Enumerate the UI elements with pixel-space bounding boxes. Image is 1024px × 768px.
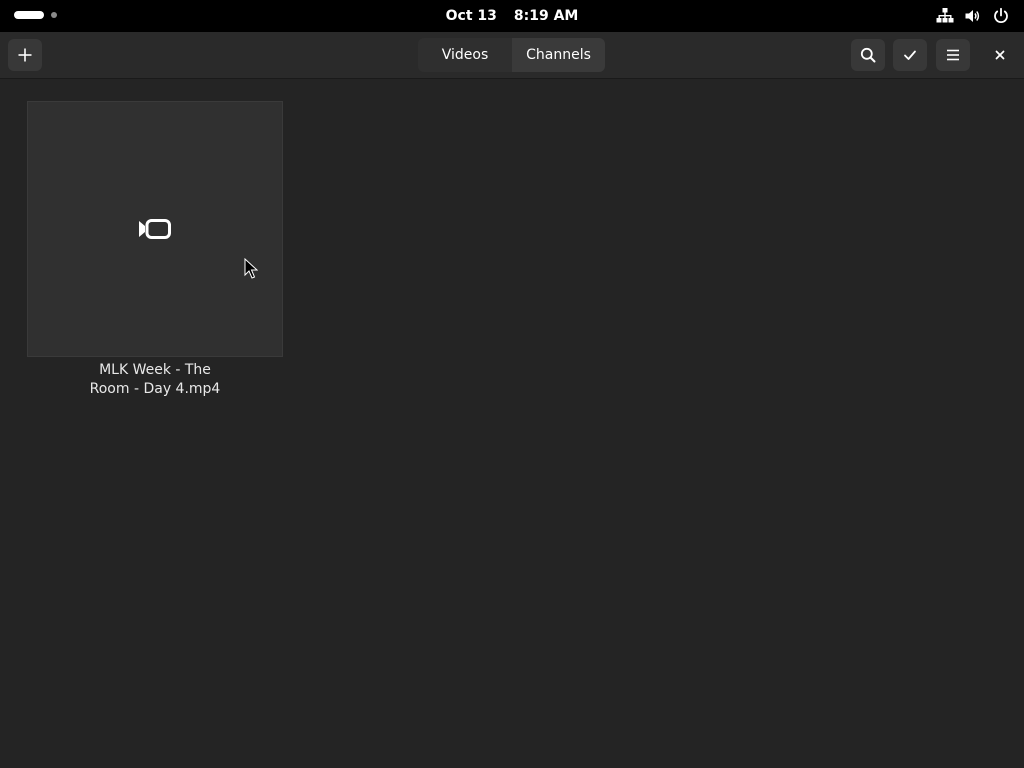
inactive-workspace-indicator [51,12,57,18]
tab-videos[interactable]: Videos [418,38,512,72]
video-grid: MLK Week - The Room - Day 4.mp4 [0,79,1024,768]
tab-channels[interactable]: Channels [512,38,605,72]
checkmark-icon [904,50,916,60]
active-workspace-indicator [14,11,44,19]
video-camera-icon [139,219,171,239]
activities-indicator[interactable] [14,11,57,19]
close-window-button[interactable] [983,39,1017,71]
power-icon [994,7,1008,23]
system-top-bar: Oct 13 8:19 AM [0,0,1024,32]
hamburger-menu-icon [947,49,959,61]
selection-mode-button[interactable] [893,39,927,71]
network-icon [936,8,954,23]
add-button[interactable] [8,39,42,71]
add-icon [18,48,32,62]
main-menu-button[interactable] [936,39,970,71]
search-button[interactable] [851,39,885,71]
close-icon [995,50,1005,60]
video-item[interactable]: MLK Week - The Room - Day 4.mp4 [27,101,283,399]
clock-date: Oct 13 [445,8,497,24]
clock-time: 8:19 AM [513,8,579,24]
clock[interactable]: Oct 13 8:19 AM [0,0,1024,32]
video-thumbnail[interactable] [27,101,283,357]
volume-icon [965,10,980,22]
view-switcher: Videos Channels [418,38,605,72]
system-tray[interactable] [936,7,1010,25]
video-title: MLK Week - The Room - Day 4.mp4 [89,362,221,397]
search-icon [860,47,876,63]
